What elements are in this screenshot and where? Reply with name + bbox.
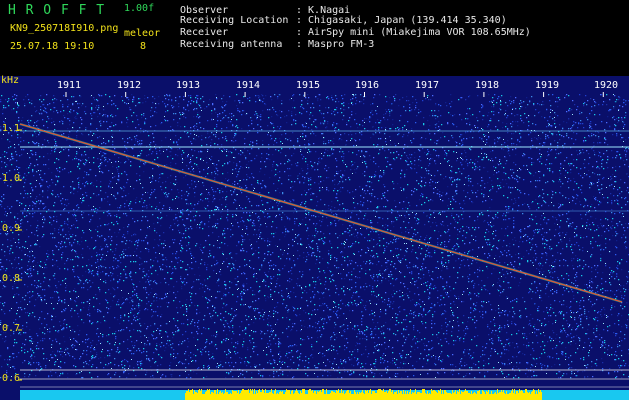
counter-label: meleor	[124, 28, 161, 39]
location-value: : Chigasaki, Japan (139.414 35.340)	[296, 15, 507, 26]
file-name: KN9_250718I910.png	[10, 23, 119, 34]
x-tick-label: 1917	[415, 80, 440, 91]
x-tick-label: 1920	[594, 80, 619, 91]
receiver-label: Receiver	[180, 27, 229, 38]
app-brand: H R O F F T	[8, 3, 106, 18]
location-label: Receiving Location	[180, 15, 289, 26]
x-tick-label: 1913	[176, 80, 201, 91]
x-tick-label: 1919	[535, 80, 560, 91]
spectrogram-svg	[0, 76, 629, 400]
y-unit-label: kHz	[1, 75, 20, 86]
x-tick-label: 1914	[236, 80, 261, 91]
x-tick-label: 1912	[117, 80, 142, 91]
y-tick-label: 0.7	[2, 323, 21, 334]
y-tick-label: 0.9	[2, 223, 21, 234]
counter-value: 8	[140, 41, 147, 52]
y-tick-label: 0.6	[2, 373, 21, 384]
antenna-label: Receiving antenna	[180, 39, 283, 50]
header-panel: H R O F F T 1.00f KN9_250718I910.png mel…	[0, 0, 629, 76]
antenna-value: : Maspro FM-3	[296, 39, 375, 50]
x-tick-label: 1911	[57, 80, 82, 91]
x-tick-label: 1918	[475, 80, 500, 91]
date-time: 25.07.18 19:10	[10, 41, 95, 52]
plot-background	[0, 76, 629, 400]
spectrogram-plot: kHz 1.1 1.0 0.9 0.8 0.7 0.6 1911 1912 19…	[0, 75, 629, 400]
x-tick-label: 1916	[355, 80, 380, 91]
x-tick-label: 1915	[296, 80, 321, 91]
receiver-value: : AirSpy mini (Miakejima VOR 108.65MHz)	[296, 27, 531, 38]
y-tick-label: 1.0	[2, 173, 21, 184]
app-version: 1.00f	[124, 3, 155, 14]
y-tick-label: 0.8	[2, 273, 21, 284]
y-tick-label: 1.1	[2, 123, 21, 134]
